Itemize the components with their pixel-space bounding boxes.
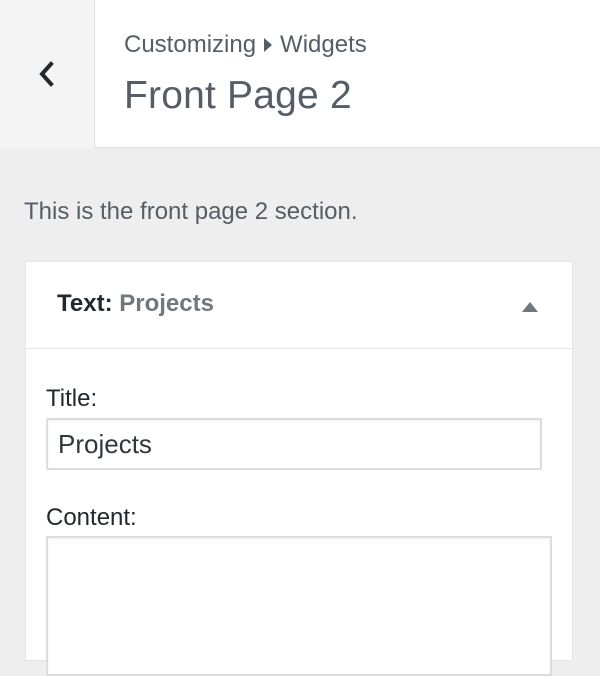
widget-title-value: Projects	[119, 290, 214, 317]
triangle-up-icon	[520, 298, 540, 314]
content-textarea[interactable]	[46, 536, 552, 676]
widget-header[interactable]: Text: Projects	[26, 262, 572, 349]
back-button[interactable]	[0, 0, 95, 148]
caret-right-icon	[264, 38, 273, 52]
chevron-left-icon	[37, 60, 57, 88]
widget-type-label: Text	[57, 290, 105, 317]
breadcrumb: Customizing Widgets	[124, 31, 367, 59]
widget-title-separator: :	[104, 290, 113, 317]
widget-title: Text: Projects	[57, 290, 214, 318]
breadcrumb-current: Widgets	[280, 31, 367, 58]
page-title: Front Page 2	[124, 74, 352, 117]
breadcrumb-parent: Customizing	[124, 31, 257, 58]
title-input[interactable]	[46, 418, 542, 470]
section-description: This is the front page 2 section.	[24, 198, 358, 225]
content-label: Content:	[46, 504, 137, 531]
widget-toggle-button[interactable]	[520, 298, 540, 314]
customizer-header: Customizing Widgets Front Page 2	[0, 0, 600, 148]
title-label: Title:	[46, 385, 98, 412]
text-widget: Text: Projects Title: Content:	[25, 261, 573, 676]
